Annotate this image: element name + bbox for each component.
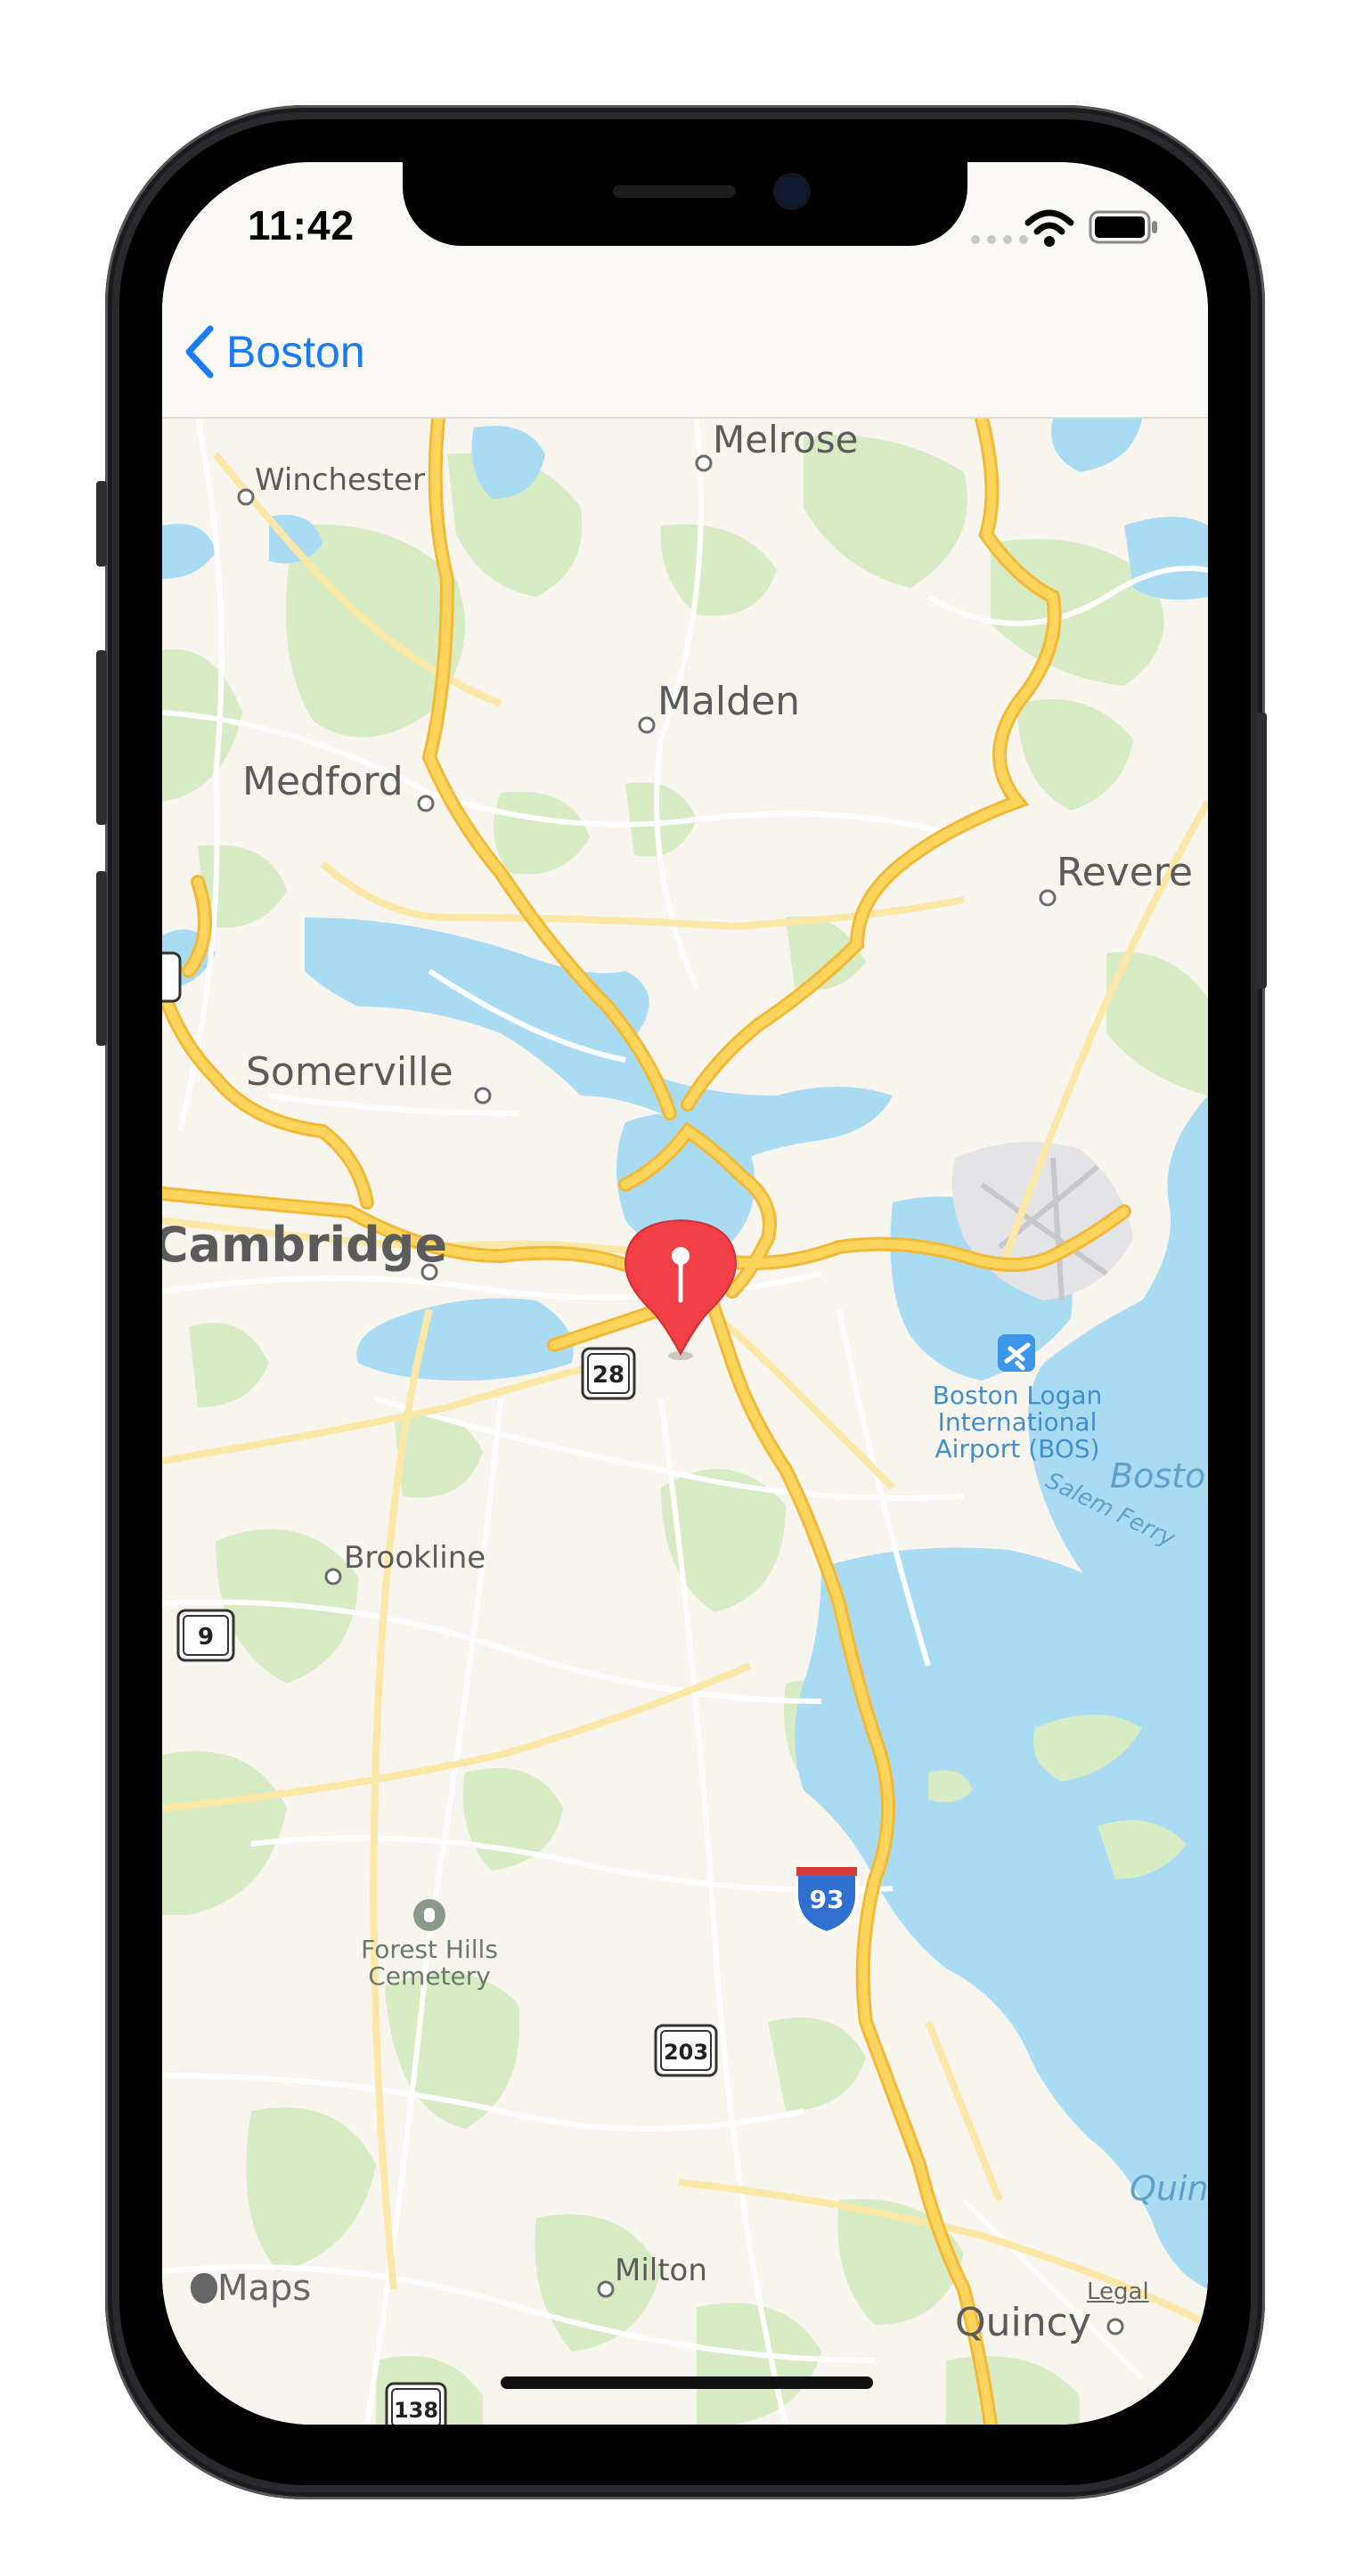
apple-logo-icon — [191, 2273, 217, 2303]
svg-text:28: 28 — [592, 1362, 624, 1389]
place-label-brookline: Brookline — [344, 1540, 486, 1576]
route-shield-partial-left — [162, 951, 182, 1003]
place-label-winchester: Winchester — [255, 462, 425, 498]
place-dot-malden — [638, 716, 656, 734]
notch — [403, 162, 967, 246]
water-label-harbor: Bosto — [1110, 1456, 1205, 1496]
speaker-grille — [613, 185, 736, 198]
svg-text:93: 93 — [810, 1885, 845, 1914]
battery-icon — [1089, 210, 1157, 244]
chevron-left-icon — [185, 325, 214, 379]
place-dot-medford — [417, 795, 435, 812]
back-button[interactable]: Boston — [184, 321, 365, 383]
route-shield-203: 203 — [654, 2024, 718, 2077]
cemetery-label-line2: Cemetery — [368, 1961, 491, 1991]
front-camera-icon — [777, 176, 807, 207]
power-button — [1256, 713, 1267, 989]
place-dot-brookline — [324, 1568, 342, 1586]
volume-down-button — [96, 871, 107, 1046]
place-label-revere: Revere — [1057, 850, 1193, 895]
svg-text:9: 9 — [198, 1624, 214, 1651]
cemetery-label-line1: Forest Hills — [361, 1935, 498, 1964]
wifi-icon — [1024, 209, 1074, 247]
place-label-cambridge: Cambridge — [162, 1217, 447, 1273]
back-button-label: Boston — [226, 327, 365, 377]
airport-label-line3: Airport (BOS) — [935, 1434, 1099, 1463]
route-shield-138: 138 — [385, 2382, 447, 2425]
place-dot-melrose — [695, 454, 713, 472]
airport-label-line1: Boston Logan — [933, 1381, 1103, 1410]
place-label-medford: Medford — [242, 759, 404, 804]
maps-attribution: Maps — [191, 2268, 311, 2309]
route-shield-28: 28 — [581, 1347, 636, 1400]
water-label-bay: Quin — [1130, 2169, 1208, 2208]
maps-attribution-label: Maps — [217, 2268, 312, 2309]
airport-label-line2: International — [938, 1407, 1098, 1437]
silent-switch — [96, 481, 107, 567]
home-indicator[interactable] — [501, 2376, 873, 2389]
place-dot-milton — [597, 2280, 615, 2298]
route-shield-9: 9 — [176, 1609, 235, 1662]
place-dot-quincy — [1106, 2318, 1124, 2336]
signal-dots-icon — [971, 235, 1028, 244]
place-dot-winchester — [237, 488, 255, 506]
place-label-malden: Malden — [657, 679, 800, 724]
place-label-melrose: Melrose — [713, 419, 859, 461]
place-label-milton: Milton — [615, 2253, 707, 2288]
status-time: 11:42 — [248, 202, 355, 249]
place-dot-revere — [1039, 889, 1057, 907]
svg-text:138: 138 — [394, 2398, 438, 2423]
svg-text:203: 203 — [664, 2040, 708, 2065]
place-label-somerville: Somerville — [246, 1049, 453, 1095]
map-view[interactable]: Melrose Winchester Malden Medford Revere… — [162, 419, 1208, 2425]
volume-up-button — [96, 650, 107, 825]
navigation-bar: Boston — [162, 287, 1208, 419]
screen: Melrose Winchester Malden Medford Revere… — [162, 162, 1208, 2425]
legal-link[interactable]: Legal — [1087, 2278, 1149, 2305]
place-dot-somerville — [474, 1087, 492, 1105]
place-label-quincy: Quincy — [955, 2300, 1091, 2345]
